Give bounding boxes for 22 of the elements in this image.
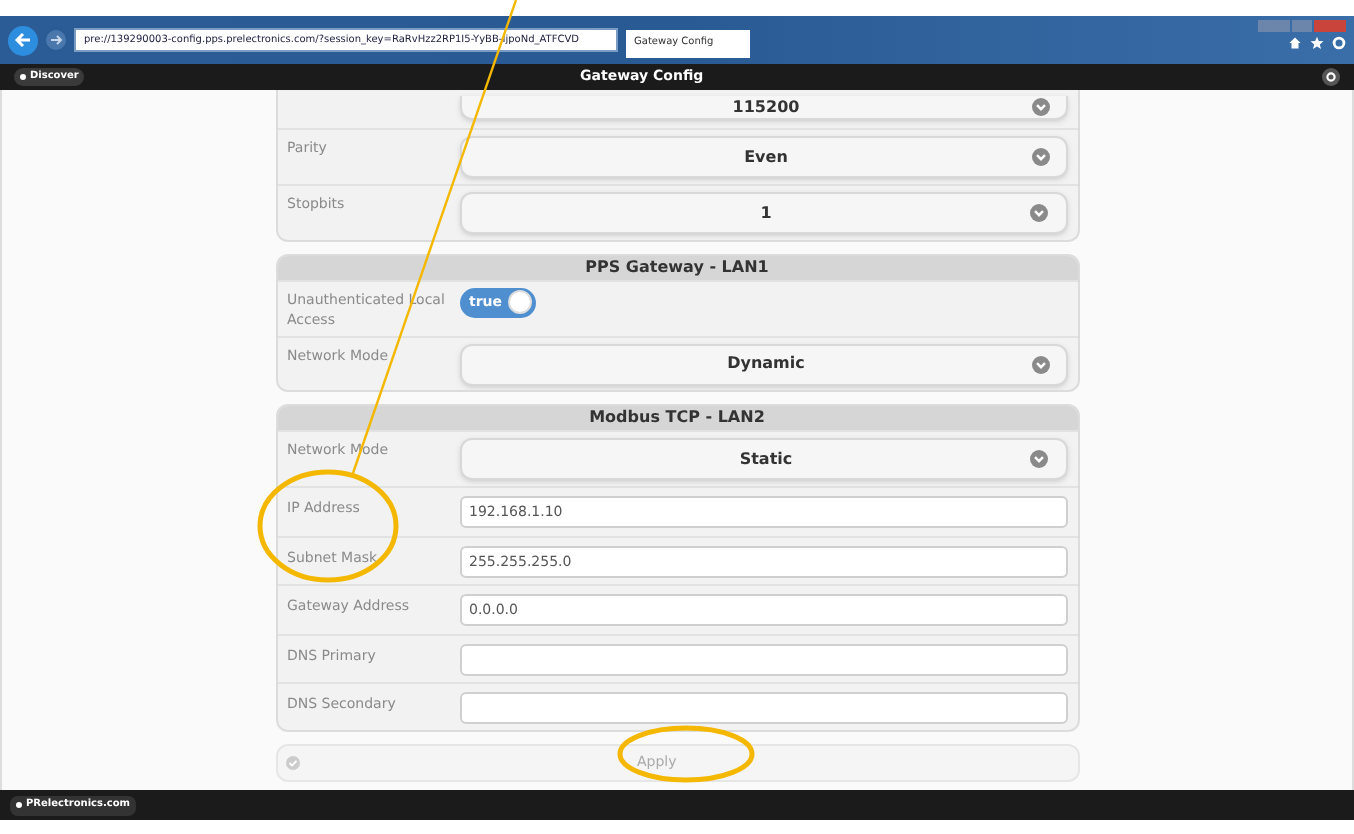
chevron-down-icon [1030,204,1049,222]
star-icon[interactable] [1310,36,1324,50]
select-field[interactable]: 115200 [459,96,1067,120]
back-button[interactable] [8,25,38,55]
select-field[interactable]: 1 [459,192,1067,234]
chevron-down-icon [1031,148,1049,166]
annotation-circle [257,469,399,583]
chevron-down-icon [1030,450,1049,469]
annotation-circle [617,725,755,783]
text-field[interactable] [459,643,1067,676]
chevron-down-icon [1031,98,1049,116]
home-icon[interactable] [1288,36,1302,50]
section-header: PPS Gateway - LAN1 [277,255,1077,280]
text-field[interactable] [459,692,1067,725]
select-field[interactable]: Even [459,136,1067,178]
arrow-left-icon [14,32,32,48]
check-circle-icon [285,756,299,771]
select-field[interactable]: Dynamic [459,343,1067,386]
select-field[interactable]: Static [459,438,1067,481]
section-header: Modbus TCP - LAN2 [277,406,1077,431]
chevron-down-icon [1031,355,1049,374]
arrow-right-icon[interactable] [46,30,66,50]
